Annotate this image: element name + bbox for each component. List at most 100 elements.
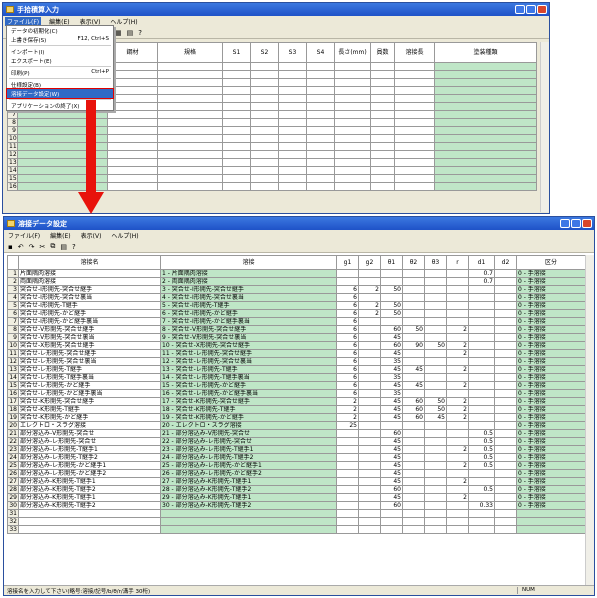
grid-cell[interactable] — [334, 78, 371, 87]
grid-cell[interactable]: 突合せ-レ形開先-突合せ裏当 — [18, 357, 161, 366]
grid-cell[interactable]: 22 - 部分溶込み-レ形開先-突合せ — [160, 437, 337, 446]
grid-cell[interactable]: 13 - 突合せ-レ形開先-T継手 — [160, 365, 337, 374]
grid-cell[interactable] — [157, 142, 223, 151]
grid-cell[interactable]: 27 - 部分溶込み-K形開先-T継手1 — [160, 477, 337, 486]
grid-cell[interactable] — [334, 70, 371, 79]
grid-cell[interactable] — [306, 78, 335, 87]
grid-cell[interactable]: 0 - 手溶接 — [516, 461, 586, 470]
grid-cell[interactable] — [380, 269, 403, 278]
grid-cell[interactable] — [358, 269, 381, 278]
grid-cell[interactable] — [157, 70, 223, 79]
grid-cell[interactable]: 部分溶込み-レ形開先-突合せ — [18, 437, 161, 446]
grid-cell[interactable] — [107, 70, 158, 79]
grid-cell[interactable]: 25 — [336, 421, 359, 430]
grid-cell[interactable] — [157, 62, 223, 71]
grid-cell[interactable] — [18, 509, 161, 518]
grid-cell[interactable] — [446, 301, 469, 310]
grid-cell[interactable] — [222, 94, 251, 103]
grid-cell[interactable]: 0 - 手溶接 — [516, 325, 586, 334]
grid-cell[interactable] — [468, 509, 495, 518]
grid-cell[interactable] — [358, 397, 381, 406]
grid-cell[interactable] — [468, 469, 495, 478]
grid-cell[interactable] — [306, 134, 335, 143]
grid-cell[interactable] — [358, 461, 381, 470]
grid-cell[interactable] — [334, 166, 371, 175]
grid-cell[interactable] — [306, 86, 335, 95]
grid-cell[interactable] — [157, 134, 223, 143]
grid-cell[interactable] — [370, 86, 395, 95]
grid-cell[interactable]: 45 — [380, 405, 403, 414]
grid-cell[interactable] — [160, 517, 337, 526]
grid-cell[interactable] — [468, 309, 495, 318]
grid-cell[interactable]: 60 — [380, 501, 403, 510]
grid-cell[interactable] — [278, 118, 307, 127]
grid-cell[interactable]: 6 — [336, 285, 359, 294]
grid-cell[interactable] — [380, 293, 403, 302]
grid-cell[interactable]: 突合せ-レ形開先-T継手 — [18, 365, 161, 374]
grid-cell[interactable]: 2 — [446, 325, 469, 334]
grid-cell[interactable] — [336, 277, 359, 286]
grid-cell[interactable] — [107, 142, 158, 151]
grid-cell[interactable] — [157, 118, 223, 127]
grid-cell[interactable]: 45 — [380, 445, 403, 454]
grid-cell[interactable] — [336, 477, 359, 486]
grid-cell[interactable] — [424, 437, 447, 446]
grid-cell[interactable] — [222, 78, 251, 87]
grid-cell[interactable] — [107, 134, 158, 143]
grid-cell[interactable] — [334, 62, 371, 71]
grid-cell[interactable]: 28 - 部分溶込み-K形開先-T継手2 — [160, 485, 337, 494]
grid-cell[interactable] — [250, 142, 279, 151]
grid-cell[interactable] — [380, 509, 403, 518]
grid-cell[interactable]: 2 — [446, 445, 469, 454]
grid-cell[interactable]: 14 - 突合せ-レ形開先-T継手裏当 — [160, 373, 337, 382]
grid-cell[interactable]: 0 - 手溶接 — [516, 397, 586, 406]
grid-cell[interactable]: 0 - 手溶接 — [516, 373, 586, 382]
grid-cell[interactable]: 0.5 — [468, 437, 495, 446]
grid-cell[interactable] — [434, 102, 537, 111]
grid-cell[interactable]: 0 - 手溶接 — [516, 437, 586, 446]
grid-cell[interactable]: 18 - 突合せ-K形開先-T継手 — [160, 405, 337, 414]
grid-cell[interactable] — [446, 333, 469, 342]
grid-cell[interactable] — [278, 142, 307, 151]
grid-cell[interactable] — [394, 110, 435, 119]
grid-cell[interactable]: 8 - 突合せ-V形開先-突合せ継手 — [160, 325, 337, 334]
grid-cell[interactable] — [107, 86, 158, 95]
help-icon[interactable]: ? — [72, 243, 76, 251]
grid-cell[interactable] — [424, 469, 447, 478]
grid-cell[interactable] — [446, 525, 469, 534]
grid-cell[interactable] — [424, 373, 447, 382]
grid-cell[interactable]: 60 — [380, 341, 403, 350]
grid-cell[interactable] — [370, 166, 395, 175]
menu-item-spec[interactable]: 仕様設定(B) — [7, 80, 113, 89]
grid-cell[interactable]: 部分溶込み-K形開先-T継手1 — [18, 493, 161, 502]
grid-cell[interactable] — [494, 381, 517, 390]
grid-cell[interactable]: 突合せ-I形開先-かど継手裏当 — [18, 317, 161, 326]
grid-cell[interactable] — [434, 166, 537, 175]
grid-cell[interactable] — [370, 70, 395, 79]
grid-cell[interactable]: 10 - 突合せ-X形開先-突合せ継手 — [160, 341, 337, 350]
menu-view[interactable]: 表示(V) — [79, 231, 104, 240]
grid-cell[interactable] — [424, 325, 447, 334]
grid-cell[interactable] — [494, 445, 517, 454]
grid-cell[interactable]: 45 — [380, 349, 403, 358]
grid-cell[interactable]: 0 - 手溶接 — [516, 341, 586, 350]
grid-cell[interactable] — [424, 509, 447, 518]
grid-cell[interactable] — [370, 110, 395, 119]
grid-cell[interactable] — [278, 102, 307, 111]
grid-cell[interactable]: 0 - 手溶接 — [516, 301, 586, 310]
grid-cell[interactable]: 45 — [380, 333, 403, 342]
grid-cell[interactable] — [494, 373, 517, 382]
grid-cell[interactable] — [446, 453, 469, 462]
grid-cell[interactable]: 部分溶込み-レ形開先-T継手2 — [18, 453, 161, 462]
grid-cell[interactable] — [394, 166, 435, 175]
grid-cell[interactable]: 6 — [336, 309, 359, 318]
grid-cell[interactable]: 部分溶込み-レ形開先-かど継手2 — [18, 469, 161, 478]
help-icon[interactable]: ? — [138, 29, 142, 37]
grid-cell[interactable]: 6 — [336, 293, 359, 302]
grid-cell[interactable] — [424, 365, 447, 374]
grid-cell[interactable] — [468, 373, 495, 382]
grid-cell[interactable]: 6 — [336, 333, 359, 342]
grid-cell[interactable]: 45 — [380, 397, 403, 406]
grid-cell[interactable] — [250, 102, 279, 111]
grid-cell[interactable] — [424, 389, 447, 398]
